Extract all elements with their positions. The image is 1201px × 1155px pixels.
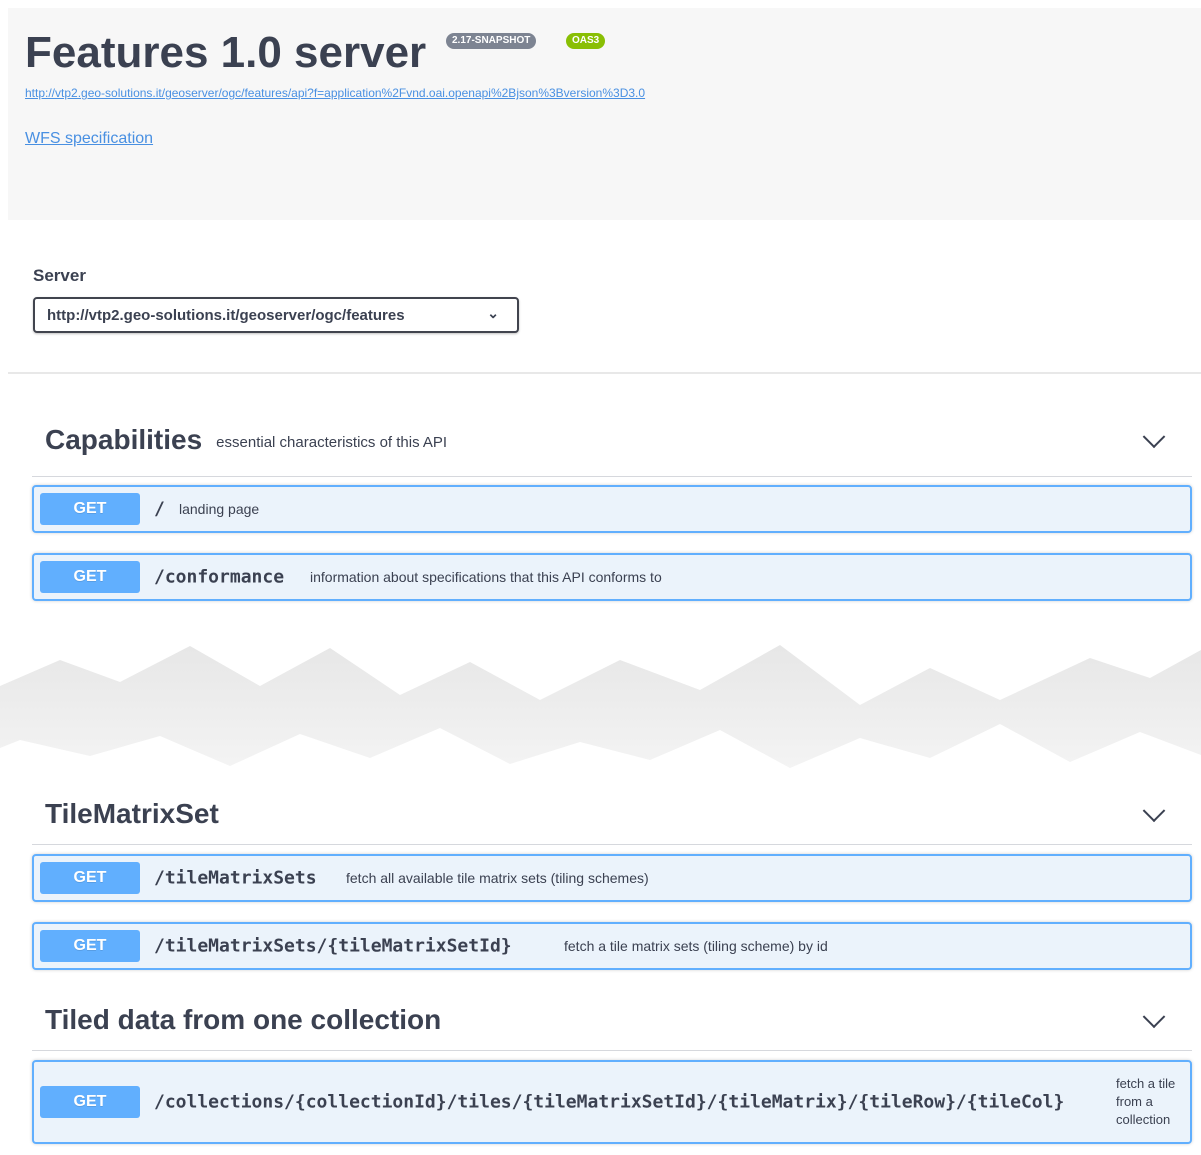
tag-description: essential characteristics of this API bbox=[216, 433, 448, 451]
version-badge: 2.17-SNAPSHOT bbox=[446, 33, 537, 49]
method-badge: GET bbox=[40, 561, 140, 593]
method-badge: GET bbox=[40, 862, 140, 894]
tag-name: Capabilities bbox=[45, 424, 203, 455]
operation-summary: fetch a tile from a collection bbox=[1116, 1076, 1176, 1127]
tag-header-tiled-data[interactable]: Tiled data from one collection bbox=[32, 990, 1192, 1051]
tag-name: Tiled data from one collection bbox=[45, 1004, 442, 1035]
chevron-down-icon[interactable] bbox=[1142, 799, 1166, 823]
wfs-specification-link[interactable]: WFS specification bbox=[25, 130, 153, 148]
operation-summary: landing page bbox=[179, 501, 260, 517]
scheme-divider bbox=[8, 372, 1201, 374]
oas-badge: OAS3 bbox=[566, 33, 606, 49]
chevron-down-icon[interactable] bbox=[1142, 425, 1166, 449]
operation-path: /tileMatrixSets bbox=[154, 867, 317, 889]
operation-summary: fetch a tile matrix sets (tiling scheme)… bbox=[564, 938, 828, 954]
operation-get-collection-tile[interactable]: GET /collections/{collectionId}/tiles/{t… bbox=[32, 1060, 1192, 1144]
operation-get-landing[interactable]: GET / landing page bbox=[32, 485, 1192, 533]
openapi-spec-link[interactable]: http://vtp2.geo-solutions.it/geoserver/o… bbox=[25, 86, 645, 100]
operation-summary: information about specifications that th… bbox=[310, 569, 662, 585]
operation-path: / bbox=[154, 498, 165, 520]
method-badge: GET bbox=[40, 930, 140, 962]
operation-get-tilematrixsets[interactable]: GET /tileMatrixSets fetch all available … bbox=[32, 854, 1192, 902]
operation-get-tilematrixset-by-id[interactable]: GET /tileMatrixSets/{tileMatrixSetId} fe… bbox=[32, 922, 1192, 970]
server-select-value: http://vtp2.geo-solutions.it/geoserver/o… bbox=[47, 306, 405, 324]
method-badge: GET bbox=[40, 1086, 140, 1118]
operation-path: /conformance bbox=[154, 566, 285, 588]
operation-path: /tileMatrixSets/{tileMatrixSetId} bbox=[154, 935, 512, 957]
method-badge: GET bbox=[40, 493, 140, 525]
torn-page-separator bbox=[0, 620, 1201, 790]
chevron-down-icon: ⌄ bbox=[487, 305, 499, 321]
operation-summary: fetch all available tile matrix sets (ti… bbox=[346, 870, 649, 886]
page-title: Features 1.0 server bbox=[25, 28, 427, 77]
tag-name: TileMatrixSet bbox=[45, 798, 219, 829]
operation-get-conformance[interactable]: GET /conformance information about speci… bbox=[32, 553, 1192, 601]
tag-header-tilematrixset[interactable]: TileMatrixSet bbox=[32, 784, 1192, 845]
operation-path: /collections/{collectionId}/tiles/{tileM… bbox=[154, 1091, 1065, 1113]
server-label: Server bbox=[33, 266, 86, 285]
chevron-down-icon[interactable] bbox=[1142, 1005, 1166, 1029]
server-select[interactable]: http://vtp2.geo-solutions.it/geoserver/o… bbox=[33, 297, 519, 333]
tag-header-capabilities[interactable]: Capabilities essential characteristics o… bbox=[32, 404, 1192, 477]
